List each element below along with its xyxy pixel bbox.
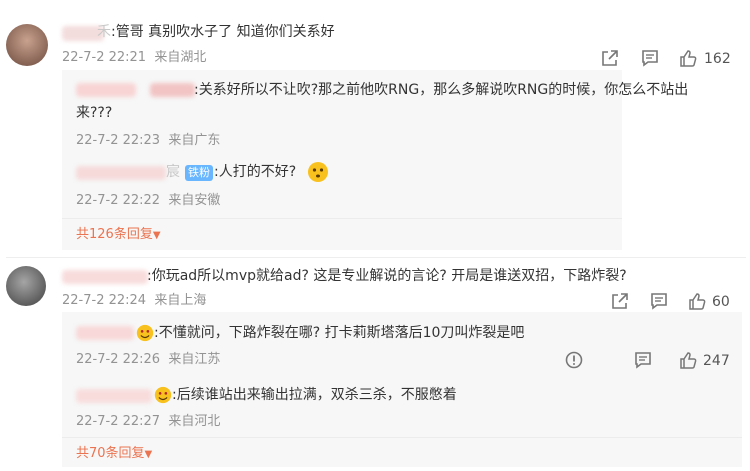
fan-badge: 铁粉	[185, 165, 213, 181]
reply-location: 来自河北	[168, 414, 221, 429]
chevron-down-icon: ▼	[152, 230, 161, 241]
comment-text: 禾:管哥 真别吹水子了 知道你们关系好	[97, 24, 335, 40]
reply-date: 22-7-2 22:27	[76, 414, 161, 429]
smile-emoji-icon	[154, 386, 172, 404]
comment-meta: 22-7-2 22:21 来自湖北	[62, 49, 206, 67]
reply-text: :后续谁站出来输出拉满，双杀三杀，不服憋着	[172, 387, 457, 403]
like-count: 162	[704, 51, 731, 67]
report-icon[interactable]	[565, 351, 583, 369]
divider	[62, 218, 622, 219]
reply-meta: 22-7-2 22:27 来自河北	[76, 413, 220, 431]
share-icon[interactable]	[601, 49, 619, 67]
username-blurred[interactable]	[76, 166, 166, 180]
reply-location: 来自安徽	[168, 193, 221, 208]
like-count: 60	[712, 294, 730, 310]
comment-icon[interactable]	[634, 351, 652, 369]
comment-location: 来自湖北	[154, 50, 207, 65]
comment-meta: 22-7-2 22:24 来自上海	[62, 292, 206, 310]
reply-text: :关系好所以不让吹?那之前他吹RNG，那么多解说吹RNG的时候，你怎么不站出	[194, 82, 689, 98]
comment-location: 来自上海	[154, 293, 207, 308]
reply-meta: 22-7-2 22:22 来自安徽	[76, 192, 220, 210]
share-icon[interactable]	[611, 292, 629, 310]
like-count: 247	[703, 353, 730, 369]
reply-meta: 22-7-2 22:23 来自广东	[76, 132, 220, 150]
reply-text-continued: 来???	[76, 105, 113, 121]
username-blurred[interactable]	[150, 83, 195, 97]
smile-emoji-icon	[308, 162, 328, 182]
comment-date: 22-7-2 22:21	[62, 50, 147, 65]
username-blurred[interactable]	[62, 270, 148, 284]
username-blurred[interactable]	[76, 389, 152, 403]
reply-date: 22-7-2 22:23	[76, 133, 161, 148]
comment-icon[interactable]	[650, 292, 668, 310]
like-icon[interactable]	[679, 351, 697, 369]
avatar[interactable]	[6, 24, 48, 66]
more-replies-link[interactable]: 共70条回复▼	[76, 445, 152, 464]
like-icon[interactable]	[688, 292, 706, 310]
divider	[62, 437, 742, 438]
more-replies-link[interactable]: 共126条回复▼	[76, 226, 161, 245]
reply-meta: 22-7-2 22:26 来自江苏	[76, 351, 220, 369]
reply-date: 22-7-2 22:26	[76, 352, 161, 367]
like-icon[interactable]	[679, 49, 697, 67]
avatar[interactable]	[6, 266, 46, 306]
username-suffix: 宸	[166, 164, 180, 180]
reply-text: :人打的不好?	[214, 164, 297, 180]
reply-location: 来自江苏	[168, 352, 221, 367]
reply-date: 22-7-2 22:22	[76, 193, 161, 208]
username-blurred[interactable]	[76, 83, 136, 97]
reply-text: :不懂就问，下路炸裂在哪? 打卡莉斯塔落后10刀叫炸裂是吧	[154, 325, 525, 341]
reply-location: 来自广东	[168, 133, 221, 148]
smile-emoji-icon	[136, 324, 154, 342]
comment-date: 22-7-2 22:24	[62, 293, 147, 308]
chevron-down-icon: ▼	[144, 449, 153, 460]
comment-text: :你玩ad所以mvp就给ad? 这是专业解说的言论? 开局是谁送双招，下路炸裂?	[147, 268, 627, 284]
username-suffix: 禾	[97, 24, 111, 40]
comment-separator	[6, 257, 746, 258]
comment-icon[interactable]	[641, 49, 659, 67]
username-blurred[interactable]	[76, 326, 134, 340]
